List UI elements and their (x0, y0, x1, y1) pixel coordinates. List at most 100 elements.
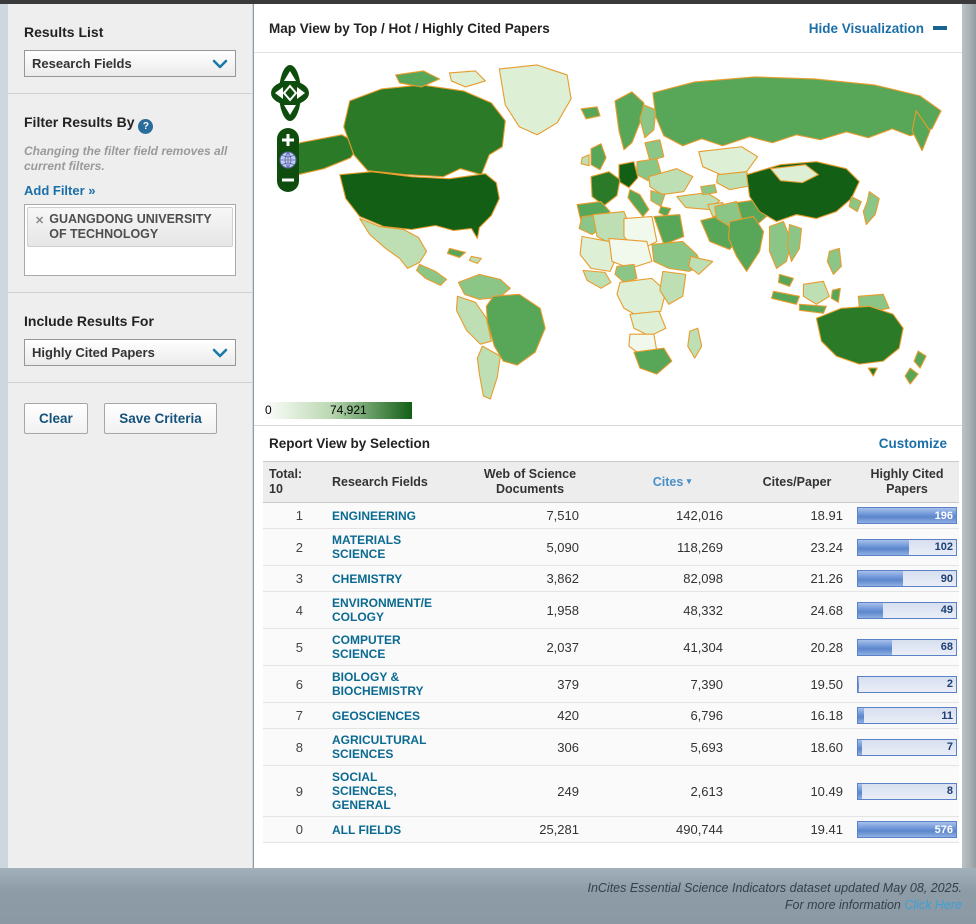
map-country[interactable] (615, 92, 644, 150)
column-header-cites-per-paper[interactable]: Cites/Paper (739, 462, 855, 503)
map-country[interactable] (456, 296, 491, 344)
map-country[interactable] (469, 256, 481, 263)
footer-line2-text: For more information (785, 898, 904, 912)
hcp-cell: 576 (855, 817, 959, 843)
field-link[interactable]: ENVIRONMENT/ECOLOGY (332, 596, 437, 624)
total-header: Total:10 (263, 462, 319, 503)
map-pan-control[interactable] (270, 63, 312, 125)
remove-filter-icon[interactable]: ✕ (35, 214, 44, 227)
map-country[interactable] (449, 71, 485, 87)
hcp-bar-fill (858, 640, 892, 655)
world-map[interactable] (254, 59, 962, 403)
docs-cell: 379 (455, 666, 605, 703)
save-criteria-button[interactable]: Save Criteria (104, 403, 217, 434)
map-country[interactable] (787, 225, 801, 262)
hcp-bar: 2 (857, 676, 957, 693)
hcp-cell: 90 (855, 566, 959, 592)
map-country[interactable] (868, 368, 877, 376)
hcp-bar: 68 (857, 639, 957, 656)
map-country[interactable] (477, 346, 500, 399)
hcp-bar-fill (858, 677, 859, 692)
map-country[interactable] (905, 368, 918, 384)
hide-visualization-link[interactable]: Hide Visualization (809, 21, 947, 36)
field-link[interactable]: ALL FIELDS (332, 823, 437, 837)
filter-section: Filter Results By? Changing the filter f… (8, 94, 252, 293)
map-country[interactable] (447, 248, 465, 257)
field-link[interactable]: SOCIAL SCIENCES, GENERAL (332, 770, 437, 812)
map-panel-header: Map View by Top / Hot / Highly Cited Pap… (254, 4, 962, 53)
cites-per-paper-cell: 16.18 (739, 703, 855, 729)
map-country[interactable] (827, 248, 841, 274)
column-header-highly-cited-papers[interactable]: Highly Cited Papers (855, 462, 959, 503)
include-results-select[interactable]: Highly Cited Papers (24, 339, 236, 366)
map-country[interactable] (729, 217, 764, 272)
clear-button[interactable]: Clear (24, 403, 88, 434)
field-link[interactable]: COMPUTER SCIENCE (332, 633, 437, 661)
hcp-bar-fill (858, 708, 864, 723)
map-country[interactable] (816, 306, 903, 364)
total-value: 10 (269, 482, 283, 496)
field-link[interactable]: BIOLOGY & BIOCHEMISTRY (332, 670, 437, 698)
results-list-select[interactable]: Research Fields (24, 50, 236, 77)
field-link[interactable]: ENGINEERING (332, 509, 437, 523)
map-country[interactable] (581, 155, 589, 166)
map-country[interactable] (914, 351, 926, 368)
map-country[interactable] (803, 281, 829, 304)
map-country[interactable] (344, 85, 506, 177)
map-country[interactable] (583, 270, 611, 288)
click-here-link[interactable]: Click Here (904, 898, 962, 912)
hcp-cell: 49 (855, 592, 959, 629)
map-country[interactable] (654, 215, 684, 245)
map-zoom-control[interactable] (276, 127, 300, 193)
field-link[interactable]: GEOSCIENCES (332, 709, 437, 723)
hcp-bar-value: 196 (935, 510, 953, 522)
hcp-bar-value: 49 (941, 604, 953, 616)
map-country[interactable] (640, 105, 656, 138)
hcp-cell: 8 (855, 766, 959, 817)
map-country[interactable] (863, 192, 879, 225)
table-header-row: Total:10 Research Fields Web of Science … (263, 462, 959, 503)
map-country[interactable] (634, 348, 672, 374)
map-country[interactable] (689, 256, 713, 274)
add-filter-link[interactable]: Add Filter » (24, 183, 96, 198)
map-country[interactable] (779, 274, 794, 286)
map-country[interactable] (628, 190, 649, 217)
field-link[interactable]: MATERIALS SCIENCE (332, 533, 437, 561)
customize-link[interactable]: Customize (879, 436, 947, 451)
column-header-wos-documents[interactable]: Web of Science Documents (455, 462, 605, 503)
map-country[interactable] (688, 328, 702, 358)
column-header-cites[interactable]: Cites ▾ (605, 462, 739, 503)
map-country[interactable] (799, 304, 826, 313)
map-country[interactable] (609, 238, 652, 268)
map-country[interactable] (619, 162, 638, 188)
table-row: 9SOCIAL SCIENCES, GENERAL2492,61310.498 (263, 766, 959, 817)
hcp-bar-fill (858, 603, 883, 618)
map-country[interactable] (581, 107, 600, 119)
map-country[interactable] (701, 185, 717, 195)
map-country[interactable] (831, 288, 840, 302)
map-country[interactable] (645, 140, 664, 161)
cites-cell: 6,796 (605, 703, 739, 729)
map-country[interactable] (591, 144, 606, 170)
cites-cell: 142,016 (605, 503, 739, 529)
map-country[interactable] (417, 264, 447, 285)
map-country[interactable] (849, 197, 861, 212)
help-icon[interactable]: ? (138, 119, 153, 134)
column-header-research-fields[interactable]: Research Fields (319, 462, 455, 503)
field-link[interactable]: CHEMISTRY (332, 572, 437, 586)
map-country[interactable] (396, 71, 440, 87)
map-country[interactable] (630, 311, 666, 336)
hcp-bar: 7 (857, 739, 957, 756)
field-link[interactable]: AGRICULTURAL SCIENCES (332, 733, 437, 761)
hcp-cell: 102 (855, 529, 959, 566)
cites-cell: 118,269 (605, 529, 739, 566)
map-country[interactable] (591, 172, 620, 206)
hcp-bar-fill (858, 740, 862, 755)
rank-cell: 6 (263, 666, 319, 703)
map-country[interactable] (499, 65, 571, 135)
map-country[interactable] (653, 77, 941, 146)
map-country[interactable] (615, 264, 637, 282)
map-country[interactable] (772, 291, 800, 304)
map-country[interactable] (340, 172, 500, 239)
map-country[interactable] (699, 147, 758, 175)
